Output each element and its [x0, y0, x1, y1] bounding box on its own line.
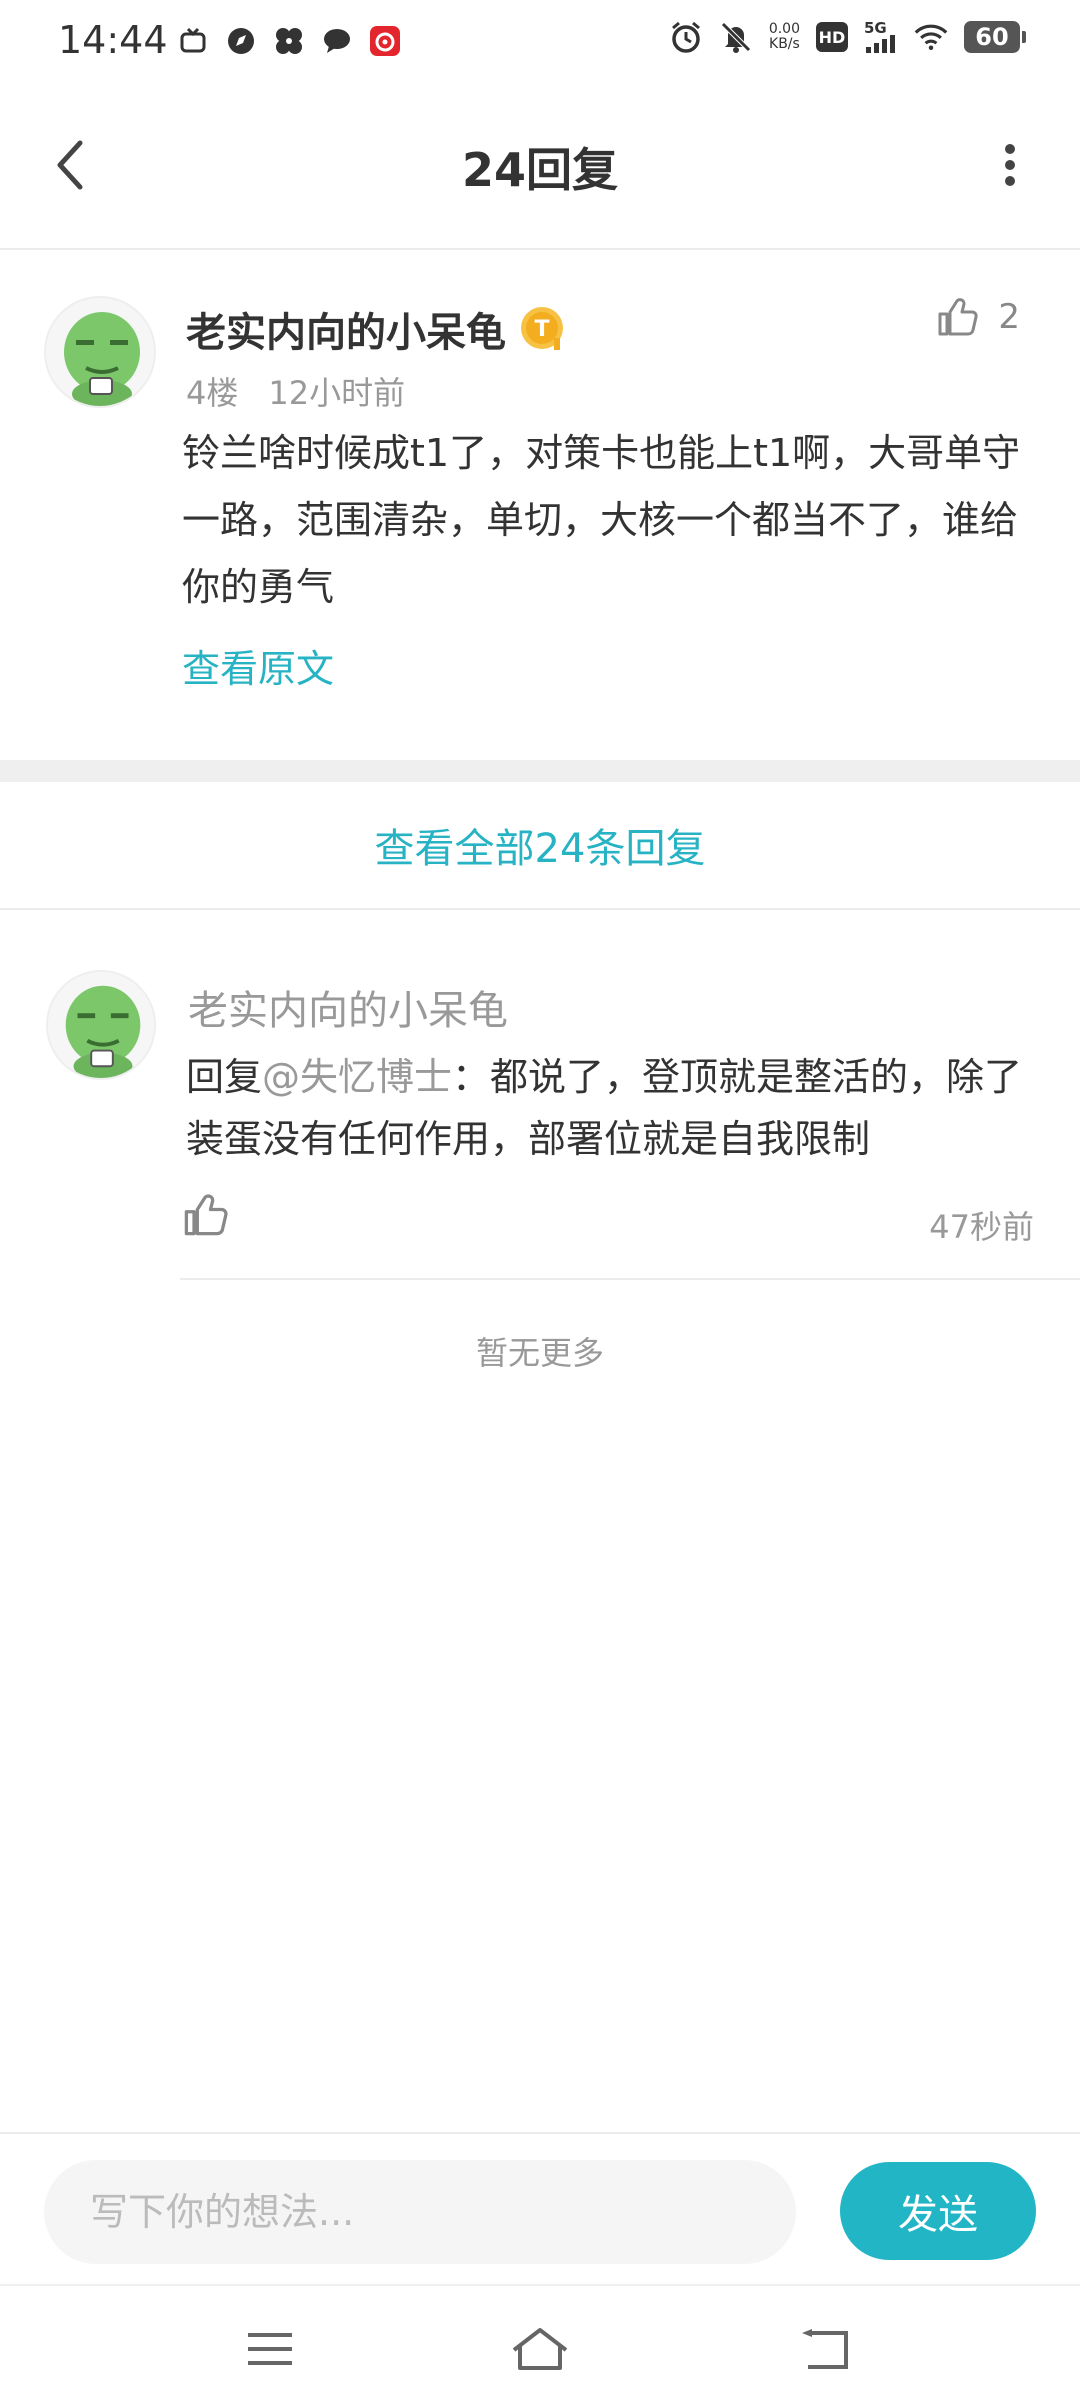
home-icon [512, 2328, 568, 2370]
chat-icon [320, 24, 354, 58]
net-speed-unit: KB/s [769, 36, 800, 52]
compass-icon [224, 24, 258, 58]
system-navigation-bar [0, 2284, 1080, 2408]
reply-prefix: 回复 [186, 1055, 263, 1099]
reply-content: 回复@失忆博士：都说了，登顶就是整活的，除了装蛋没有任何作用，部署位就是自我限制 [186, 1046, 1036, 1170]
thumbs-up-icon [184, 1194, 228, 1236]
mention-link[interactable]: @失忆博士 [262, 1055, 452, 1099]
floor-number: 4楼 [186, 374, 239, 412]
avatar[interactable] [44, 296, 156, 408]
nav-back-button[interactable] [784, 2314, 864, 2384]
reply-time: 47秒前 [929, 1208, 1034, 1246]
mute-bell-icon [719, 20, 753, 54]
main-comment: 老实内向的小呆龟 T 2 4楼 12小时前 铃兰啥时候成t1了，对策卡也能上t1… [0, 252, 1080, 760]
post-time: 12小时前 [268, 374, 406, 412]
thumbs-up-icon [938, 298, 978, 336]
reply-author-name[interactable]: 老实内向的小呆龟 [188, 978, 508, 1036]
composer-bar: 发送 [0, 2132, 1080, 2284]
signal-label: 5G [864, 19, 887, 37]
reply-divider [180, 1278, 1080, 1280]
menu-icon [248, 2333, 292, 2365]
signal-icon: 5G [864, 21, 898, 53]
post-content: 铃兰啥时候成t1了，对策卡也能上t1啊，大哥单守一路，范围清杂，单切，大核一个都… [182, 431, 1021, 609]
net-speed: 0.00 KB/s [769, 22, 800, 52]
reply-like-button[interactable] [182, 1192, 232, 1242]
turtle-face-avatar-icon [46, 298, 154, 406]
like-count: 2 [998, 297, 1020, 337]
reply-item: 老实内向的小呆龟 回复@失忆博士：都说了，登顶就是整活的，除了装蛋没有任何作用，… [0, 912, 1080, 1280]
avatar[interactable] [46, 970, 156, 1080]
post-like-button[interactable]: 2 [936, 296, 1020, 338]
nav-menu-button[interactable] [230, 2314, 310, 2384]
view-original-link[interactable]: 查看原文 [182, 638, 334, 693]
author-name-text: 老实内向的小呆龟 [186, 310, 506, 356]
svg-text:T: T [534, 317, 549, 342]
gold-coin-badge-icon: T [521, 307, 563, 350]
turtle-face-avatar-icon [48, 972, 154, 1078]
section-divider [0, 760, 1080, 782]
pinwheel-icon [272, 24, 306, 58]
music-app-icon [368, 24, 402, 58]
page-title: 24回复 [461, 143, 618, 197]
battery-indicator: 60 [964, 21, 1026, 53]
wifi-icon [914, 20, 948, 54]
system-indicators: 0.00 KB/s HD 5G 60 [669, 20, 1026, 54]
tv-icon [176, 24, 210, 58]
alarm-icon [669, 20, 703, 54]
send-button[interactable]: 发送 [840, 2162, 1036, 2260]
notification-icons [176, 24, 402, 58]
status-time: 14:44 [58, 18, 168, 62]
more-vertical-icon [1005, 144, 1015, 186]
title-bar: 24回复 [0, 84, 1080, 250]
net-speed-value: 0.00 [768, 21, 800, 37]
no-more-text: 暂无更多 [475, 1334, 604, 1372]
status-bar: 14:44 0.00 KB/s HD 5G 60 [0, 0, 1080, 84]
nav-home-button[interactable] [500, 2314, 580, 2384]
comment-input[interactable] [44, 2160, 796, 2264]
author-name[interactable]: 老实内向的小呆龟 T [186, 300, 568, 358]
post-meta: 4楼 12小时前 [186, 368, 405, 414]
more-options-button[interactable] [980, 130, 1040, 200]
hd-icon: HD [816, 22, 848, 52]
back-arrow-icon [802, 2329, 848, 2369]
view-all-replies-link[interactable]: 查看全部24条回复 [0, 782, 1080, 910]
